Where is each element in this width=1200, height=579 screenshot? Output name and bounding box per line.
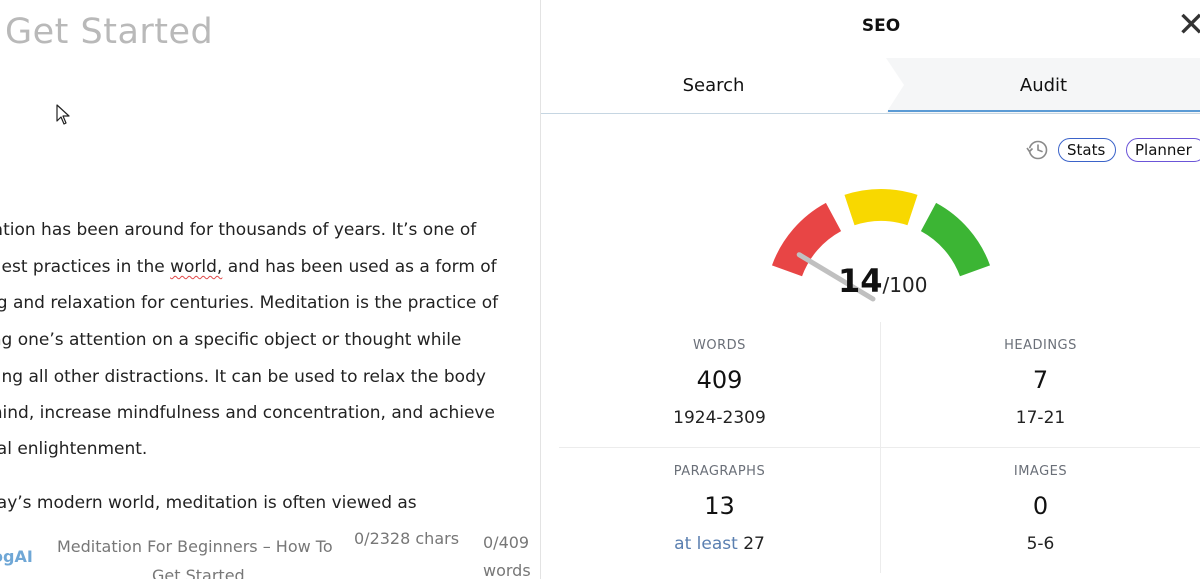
stat-images: IMAGES 0 5-6 (880, 448, 1200, 573)
tab-audit[interactable]: Audit (886, 58, 1200, 113)
char-count: 0/2328 chars (354, 529, 460, 548)
paragraph-line: ng and relaxation for centuries. Meditat… (0, 293, 499, 313)
paragraph-line: day’s modern world, meditation is often … (0, 493, 417, 513)
paragraph-text: and has been used as a form of (222, 257, 497, 277)
stat-value: 409 (696, 366, 743, 394)
editor-status-bar: ogAI Meditation For Beginners – How To G… (0, 515, 540, 579)
stat-range-prefix: at least (674, 534, 738, 554)
stat-target-range: 1924-2309 (673, 408, 766, 428)
stat-target-range: 17-21 (1015, 408, 1066, 428)
stats-button[interactable]: Stats (1058, 138, 1116, 162)
status-title-line: Get Started (152, 566, 245, 579)
paragraph-line: ding all other distractions. It can be u… (0, 367, 486, 387)
paragraph-line: tation has been around for thousands of … (0, 220, 477, 240)
seo-panel: SEO ✕ Search Audit Stats Planner 14/100 … (540, 0, 1200, 579)
stat-range-value: 27 (743, 534, 765, 554)
history-clock-icon[interactable] (1025, 138, 1049, 162)
stat-words: WORDS 409 1924-2309 (559, 322, 881, 448)
paragraph-line: ing one’s attention on a specific object… (0, 330, 462, 350)
paragraph-line: ldest practices in the world, and has be… (0, 257, 497, 277)
active-tab-indicator (888, 110, 1200, 112)
gauge-segment-mid (844, 189, 918, 226)
status-title-line: Meditation For Beginners – How To (57, 537, 333, 556)
word-count-label: words (483, 561, 531, 579)
stat-label: WORDS (693, 338, 746, 353)
word-count: 0/409 words (483, 529, 531, 579)
tab-search[interactable]: Search (541, 58, 886, 113)
seo-score-value: 14 (838, 262, 883, 300)
word-count-value: 0/409 (483, 533, 530, 552)
tab-divider-arrow (886, 58, 904, 113)
seo-score-max: /100 (882, 273, 928, 297)
stat-label: HEADINGS (1004, 338, 1077, 353)
stat-paragraphs: PARAGRAPHS 13 at least 27 (559, 448, 881, 573)
panel-tabs: Search Audit (541, 58, 1200, 114)
panel-title: SEO (861, 16, 901, 36)
paragraph-line: mind, increase mindfulness and concentra… (0, 403, 495, 423)
stat-target-range: 5-6 (1026, 534, 1055, 554)
paragraph-line: ual enlightenment. (0, 439, 148, 459)
misspelled-word[interactable]: world, (170, 257, 222, 277)
stat-value: 0 (1032, 492, 1049, 520)
mouse-pointer-icon (56, 104, 70, 125)
content-stats-grid: WORDS 409 1924-2309 HEADINGS 7 17-21 PAR… (559, 322, 1200, 579)
stat-headings: HEADINGS 7 17-21 (880, 322, 1200, 448)
editor-pane[interactable]: Get Started tation has been around for t… (0, 0, 540, 579)
paragraph-text: ldest practices in the (0, 257, 171, 277)
document-title-input[interactable]: Get Started (5, 12, 213, 52)
gauge-segment-high (920, 202, 991, 277)
close-icon[interactable]: ✕ (1177, 8, 1200, 42)
stat-value: 7 (1032, 366, 1049, 394)
stat-target-range: at least 27 (559, 534, 880, 554)
planner-button[interactable]: Planner (1126, 138, 1200, 162)
seo-score: 14/100 (838, 262, 927, 300)
stat-label: IMAGES (1013, 464, 1068, 479)
brand-logo-text: ogAI (0, 547, 33, 566)
stat-label: PARAGRAPHS (673, 464, 766, 479)
stat-value: 13 (704, 492, 735, 520)
status-document-title: Meditation For Beginners – How To Get St… (57, 532, 347, 579)
